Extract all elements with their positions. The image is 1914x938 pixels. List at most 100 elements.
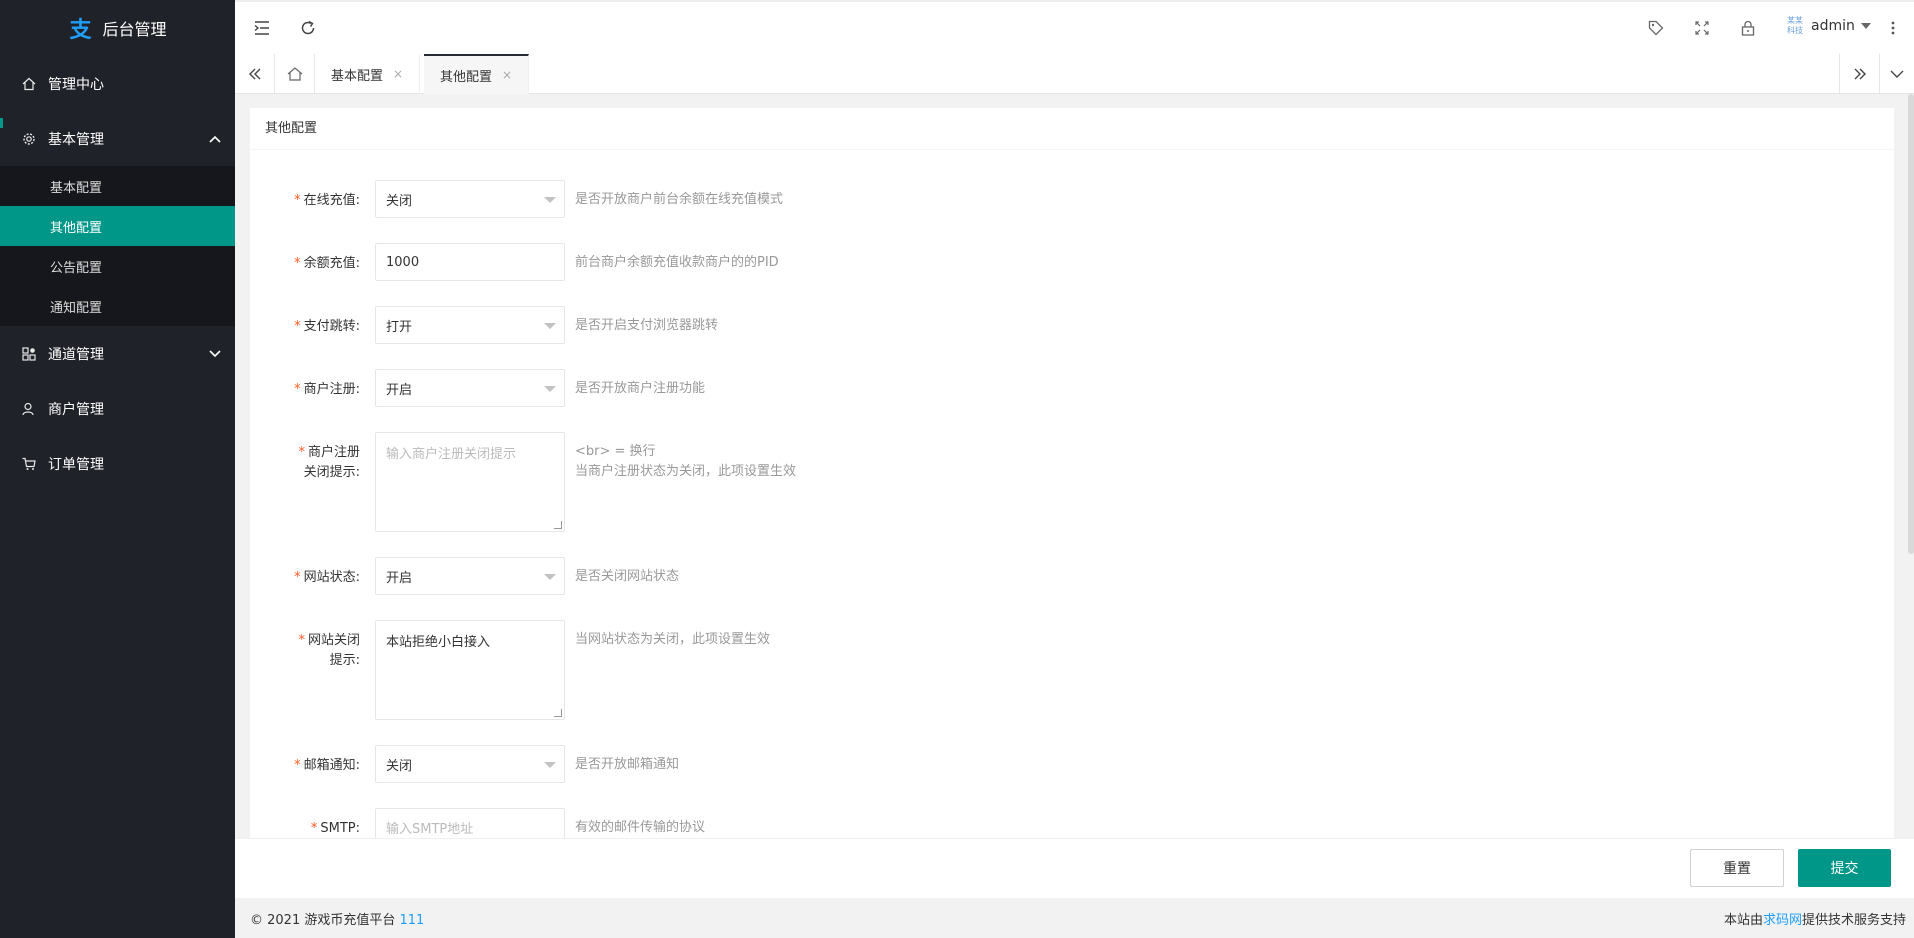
tabs-scroll-left-button[interactable]: [235, 54, 275, 94]
support-text: 本站由: [1723, 912, 1763, 928]
caret-down-icon: [1860, 23, 1871, 29]
support-link[interactable]: 求码网: [1763, 913, 1802, 928]
required-mark: *: [294, 382, 301, 397]
caret-down-icon: [544, 386, 556, 392]
fullscreen-icon[interactable]: [1691, 17, 1713, 39]
tabs-bar: 基本配置 × 其他配置 ×: [235, 54, 1914, 94]
tag-icon[interactable]: [1645, 17, 1667, 39]
field-label: 商户注册:: [303, 382, 360, 397]
select-value: 关闭: [386, 193, 413, 209]
refresh-icon[interactable]: [297, 17, 319, 39]
resize-grip[interactable]: [554, 521, 562, 529]
field-label: SMTP:: [320, 821, 360, 836]
caret-down-icon: [544, 574, 556, 580]
card-title: 其他配置: [250, 108, 1894, 150]
menu-fold-icon[interactable]: [251, 17, 273, 39]
sidebar-item-basic[interactable]: 基本管理: [0, 111, 235, 166]
logo[interactable]: 支 后台管理: [0, 0, 235, 56]
required-mark: *: [294, 319, 301, 334]
sidebar-subitem-notice-config[interactable]: 公告配置: [0, 246, 235, 286]
tab-basic-config[interactable]: 基本配置 ×: [315, 54, 421, 94]
select-value: 开启: [386, 382, 413, 398]
sidebar-subitem-notify-config[interactable]: 通知配置: [0, 286, 235, 326]
tab-other-config[interactable]: 其他配置 ×: [424, 54, 530, 94]
field-hint: 当网站状态为关闭，此项设置生效: [575, 632, 771, 647]
input-placeholder: 输入SMTP地址: [386, 821, 474, 837]
site-status-select[interactable]: 开启: [375, 557, 565, 595]
chevron-up-icon: [209, 132, 221, 146]
field-hint: 前台商户余额充值收款商户的的PID: [575, 255, 779, 270]
online-recharge-select[interactable]: 关闭: [375, 180, 565, 218]
field-hint: 是否开放商户注册功能: [575, 381, 706, 396]
chevron-down-icon: [209, 347, 221, 361]
field-label: 邮箱通知:: [303, 758, 360, 773]
form-row-site-status: * 网站状态: 开启 是否关闭网站状态: [250, 557, 679, 595]
field-hint: 是否开放商户前台余额在线充值模式: [575, 192, 784, 207]
sidebar-item-label: 通道管理: [48, 346, 104, 363]
register-closed-tip-textarea[interactable]: 输入商户注册关闭提示: [375, 432, 565, 532]
avatar: 某某科技: [1787, 16, 1803, 35]
lock-icon[interactable]: [1737, 17, 1759, 39]
sidebar-item-label: 商户管理: [48, 401, 104, 418]
field-label: 关闭提示:: [303, 465, 360, 480]
input-value: 1000: [386, 254, 420, 270]
tabs-scroll-right-button[interactable]: [1839, 54, 1879, 94]
submenu-basic: 基本配置 其他配置 公告配置 通知配置: [0, 166, 235, 326]
select-value: 开启: [386, 570, 413, 586]
required-mark: *: [294, 758, 301, 773]
copyright-text: © 2021 游戏币充值平台: [250, 912, 396, 928]
home-tab[interactable]: [275, 54, 315, 94]
smtp-input[interactable]: 输入SMTP地址: [375, 808, 565, 838]
page-scrollbar[interactable]: [1908, 94, 1914, 554]
form-row-site-closed-tip: * 网站关闭 提示: 本站拒绝小白接入 当网站状态为关闭，此项设置生效: [250, 620, 770, 720]
page-footer: © 2021 游戏币充值平台 111 本站由求码网提供技术服务支持: [235, 898, 1914, 938]
field-label: 网站状态:: [303, 570, 360, 585]
field-hint: 是否开启支付浏览器跳转: [575, 318, 719, 333]
required-mark: *: [298, 445, 305, 460]
merchant-register-select[interactable]: 开启: [375, 369, 565, 407]
email-notify-select[interactable]: 关闭: [375, 745, 565, 783]
field-hint: <br> = 换行: [575, 444, 656, 459]
home-icon: [20, 75, 38, 93]
user-name: admin: [1811, 18, 1855, 34]
required-mark: *: [294, 193, 301, 208]
sidebar-item-dashboard[interactable]: 管理中心: [0, 56, 235, 111]
field-label: 在线充值:: [303, 193, 360, 208]
reset-button[interactable]: 重置: [1690, 849, 1784, 887]
close-icon[interactable]: ×: [393, 67, 403, 81]
footer-link[interactable]: 111: [400, 913, 425, 928]
pay-jump-select[interactable]: 打开: [375, 306, 565, 344]
field-hint: 是否关闭网站状态: [575, 569, 680, 584]
form-row-online-recharge: * 在线充值: 关闭 是否开放商户前台余额在线充值模式: [250, 180, 783, 218]
resize-grip[interactable]: [554, 709, 562, 717]
more-icon[interactable]: [1887, 17, 1899, 39]
select-value: 关闭: [386, 758, 413, 774]
required-mark: *: [298, 633, 305, 648]
sidebar-item-order[interactable]: 订单管理: [0, 436, 235, 491]
site-closed-tip-textarea[interactable]: 本站拒绝小白接入: [375, 620, 565, 720]
form-action-bar: 重置 提交: [235, 838, 1914, 898]
sidebar-item-merchant[interactable]: 商户管理: [0, 381, 235, 436]
form-row-balance-recharge: * 余额充值: 1000 前台商户余额充值收款商户的的PID: [250, 243, 779, 281]
textarea-value: 本站拒绝小白接入: [386, 635, 491, 650]
logo-text: 后台管理: [102, 20, 167, 39]
sidebar-subitem-basic-config[interactable]: 基本配置: [0, 166, 235, 206]
config-card: 其他配置 * 在线充值: 关闭 是否开放商户前台余额在线充值模式 * 余额充值: 1…: [250, 108, 1894, 838]
user-menu[interactable]: 某某科技 admin: [1785, 16, 1871, 36]
tab-label: 其他配置: [440, 69, 493, 85]
sidebar: 支 后台管理 管理中心 基本管理 基本配置 其他配置 公告配置 通知配置 通道管…: [0, 0, 235, 938]
submit-button[interactable]: 提交: [1798, 849, 1891, 887]
sidebar-item-channel[interactable]: 通道管理: [0, 326, 235, 381]
tabs-menu-button[interactable]: [1879, 54, 1914, 94]
sidebar-item-label: 基本管理: [48, 131, 104, 148]
caret-down-icon: [544, 323, 556, 329]
required-mark: *: [294, 256, 301, 271]
sidebar-subitem-other-config[interactable]: 其他配置: [0, 206, 235, 246]
form-row-register-closed-tip: * 商户注册 关闭提示: 输入商户注册关闭提示 <br> = 换行 当商户注册状态为关…: [250, 432, 796, 532]
balance-recharge-input[interactable]: 1000: [375, 243, 565, 281]
select-value: 打开: [386, 319, 413, 335]
form-row-smtp: * SMTP: 输入SMTP地址 有效的邮件传输的协议: [250, 808, 705, 838]
form-row-pay-jump: * 支付跳转: 打开 是否开启支付浏览器跳转: [250, 306, 718, 344]
close-icon[interactable]: ×: [502, 68, 512, 82]
field-label: 商户注册: [307, 445, 360, 460]
